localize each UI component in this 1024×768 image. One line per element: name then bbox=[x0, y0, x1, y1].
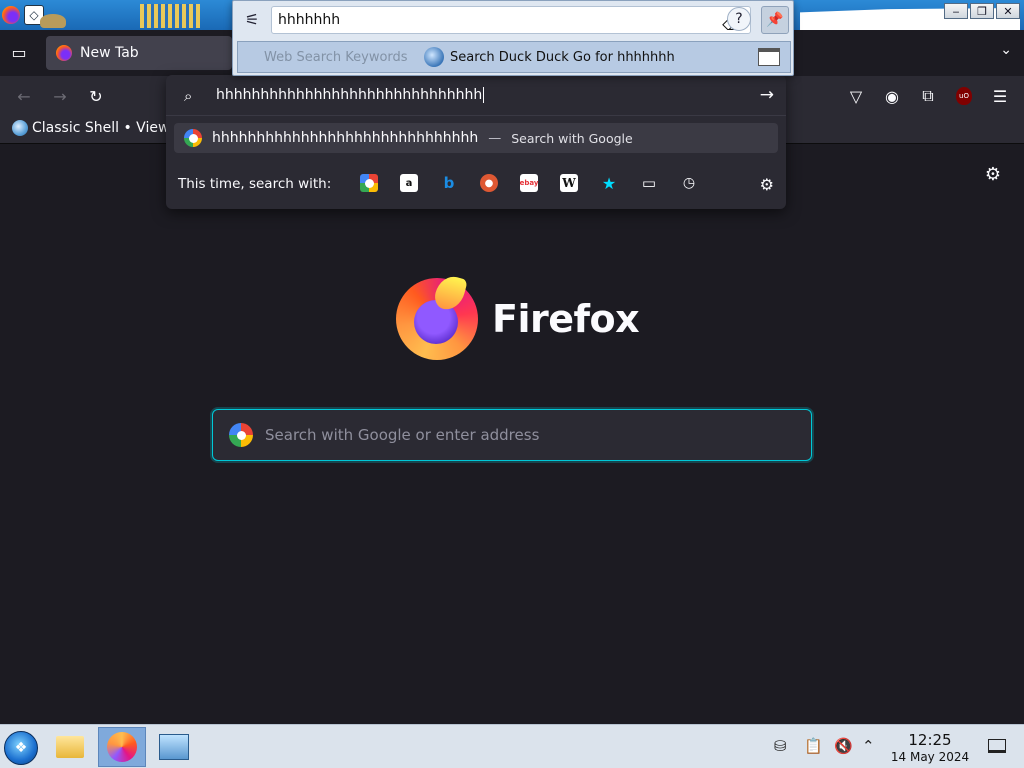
tray-app-icon[interactable]: ⛁ bbox=[774, 737, 787, 755]
window-icon bbox=[758, 48, 780, 66]
firefox-logo-icon bbox=[396, 272, 478, 360]
ebay-icon[interactable]: ebay bbox=[520, 174, 538, 192]
result-text: Search Duck Duck Go for hhhhhhh bbox=[450, 50, 675, 65]
window-controls: ‒ ❐ ✕ bbox=[944, 3, 1020, 19]
divider bbox=[166, 115, 786, 116]
firefox-icon bbox=[107, 732, 137, 762]
clock[interactable]: 12:25 14 May 2024 bbox=[888, 731, 972, 765]
search-suggestion-row[interactable]: hhhhhhhhhhhhhhhhhhhhhhhhhhhhhh — Search … bbox=[174, 123, 778, 153]
clock-date: 14 May 2024 bbox=[890, 750, 970, 764]
keyword-input-text: hhhhhhh bbox=[278, 12, 341, 28]
urlbar-text[interactable]: hhhhhhhhhhhhhhhhhhhhhhhhhhhhhh bbox=[216, 87, 485, 103]
bookmarks-icon[interactable]: ★ bbox=[600, 174, 618, 193]
titlebar-left-icons: ◇ bbox=[0, 0, 44, 30]
google-icon bbox=[229, 423, 253, 447]
tab-title: New Tab bbox=[80, 45, 139, 61]
hint-label: Web Search Keywords bbox=[264, 50, 408, 65]
newtab-search-input[interactable]: Search with Google or enter address bbox=[212, 409, 812, 461]
pocket-icon[interactable]: ▽ bbox=[844, 84, 868, 108]
chevron-up-icon[interactable]: ⌃ bbox=[862, 737, 875, 755]
pin-icon[interactable]: 📌 bbox=[761, 6, 789, 34]
classic-shell-icon bbox=[12, 120, 28, 136]
taskbar-app[interactable] bbox=[150, 727, 198, 767]
history-icon[interactable]: ◷ bbox=[680, 174, 698, 192]
account-icon[interactable]: ◉ bbox=[880, 84, 904, 108]
bookmark-item[interactable]: Classic Shell • View... bbox=[12, 120, 181, 136]
start-button[interactable]: ❖ bbox=[4, 731, 38, 765]
clock-time: 12:25 bbox=[908, 731, 952, 749]
remote-desktop-icon bbox=[159, 734, 189, 760]
ublock-origin-icon[interactable]: uO bbox=[956, 87, 972, 105]
maximize-button[interactable]: ❐ bbox=[970, 3, 994, 19]
firefox-app-icon[interactable] bbox=[2, 6, 20, 24]
tabs-icon[interactable]: ▭ bbox=[640, 174, 658, 192]
extensions-icon[interactable]: ⧉ bbox=[916, 84, 940, 108]
show-desktop-icon[interactable] bbox=[988, 739, 1006, 753]
reload-button[interactable]: ↻ bbox=[84, 84, 108, 108]
desktop-decoration-icon bbox=[140, 4, 200, 28]
amazon-icon[interactable]: a bbox=[400, 174, 418, 192]
bing-icon[interactable]: b bbox=[440, 174, 458, 192]
volume-muted-icon[interactable]: 🔇 bbox=[834, 737, 853, 755]
search-icon: ⌕ bbox=[184, 87, 193, 105]
keyword-result-row[interactable]: Web Search Keywords Search Duck Duck Go … bbox=[237, 41, 791, 73]
clipboard-icon[interactable]: 📋 bbox=[804, 737, 823, 755]
settings-sliders-icon[interactable]: ⚟ bbox=[239, 8, 265, 32]
urlbar-input[interactable]: ⌕ hhhhhhhhhhhhhhhhhhhhhhhhhhhhhh → bbox=[166, 77, 786, 115]
back-button[interactable]: ← bbox=[12, 84, 36, 108]
one-off-engines: a b ● ebay W ★ ▭ ◷ bbox=[360, 174, 698, 193]
folder-icon bbox=[56, 736, 84, 758]
list-all-tabs-icon[interactable]: ⌄ bbox=[1000, 42, 1012, 58]
suggestion-separator: — bbox=[488, 130, 502, 146]
keyword-input[interactable]: hhhhhhh ⌫ bbox=[271, 6, 751, 34]
search-placeholder: Search with Google or enter address bbox=[265, 426, 540, 444]
firefox-logo-area: Firefox bbox=[396, 272, 640, 360]
app-menu-icon[interactable]: ☰ bbox=[988, 84, 1012, 108]
newtab-settings-gear-icon[interactable]: ⚙ bbox=[982, 164, 1004, 186]
desktop-decoration-icon bbox=[40, 14, 66, 28]
taskbar-firefox[interactable] bbox=[98, 727, 146, 767]
suggestion-action: Search with Google bbox=[511, 130, 633, 146]
help-icon[interactable]: ? bbox=[727, 7, 751, 31]
keyword-search-popup: ⚟ hhhhhhh ⌫ ? 📌 Web Search Keywords Sear… bbox=[232, 0, 794, 76]
minimize-button[interactable]: ‒ bbox=[944, 3, 968, 19]
duckduckgo-icon[interactable]: ● bbox=[480, 174, 498, 192]
url-globe-icon bbox=[424, 47, 444, 67]
one-off-search-bar: This time, search with: a b ● ebay W ★ ▭… bbox=[166, 167, 786, 203]
tab-new-tab[interactable]: New Tab bbox=[46, 36, 232, 70]
taskbar: ❖ ⛁ 📋 🔇 ⌃ 12:25 14 May 2024 bbox=[0, 724, 1024, 768]
search-settings-gear-icon[interactable]: ⚙ bbox=[760, 175, 774, 194]
firefox-wordmark: Firefox bbox=[492, 297, 640, 341]
wikipedia-icon[interactable]: W bbox=[560, 174, 578, 192]
suggestion-text: hhhhhhhhhhhhhhhhhhhhhhhhhhhhhh bbox=[212, 130, 479, 146]
bookmark-label: Classic Shell • View... bbox=[32, 120, 182, 136]
forward-button[interactable]: → bbox=[48, 84, 72, 108]
urlbar-panel: ⌕ hhhhhhhhhhhhhhhhhhhhhhhhhhhhhh → hhhhh… bbox=[166, 75, 786, 209]
firefox-view-icon[interactable]: ▭ bbox=[8, 42, 30, 64]
close-button[interactable]: ✕ bbox=[996, 3, 1020, 19]
firefox-tab-icon bbox=[56, 45, 72, 61]
go-arrow-icon[interactable]: → bbox=[760, 85, 774, 105]
one-off-label: This time, search with: bbox=[178, 176, 332, 192]
taskbar-file-explorer[interactable] bbox=[46, 727, 94, 767]
google-icon bbox=[184, 129, 202, 147]
google-icon[interactable] bbox=[360, 174, 378, 192]
